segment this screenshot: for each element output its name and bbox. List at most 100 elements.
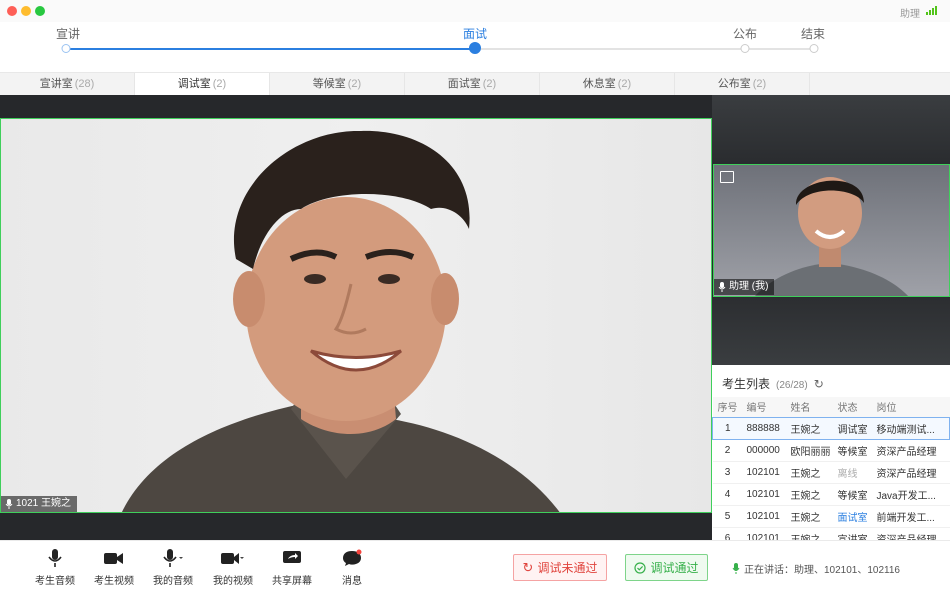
- cell-status: 等候室: [833, 439, 873, 462]
- tab-lecture-room[interactable]: 宣讲室 (28): [0, 73, 135, 95]
- candidate-video[interactable]: 1021 王婉之: [0, 118, 712, 513]
- tab-count: (2): [752, 78, 767, 90]
- message-icon: [343, 549, 362, 566]
- tab-interview-room[interactable]: 面试室 (2): [405, 73, 540, 95]
- table-row[interactable]: 5 102101 王婉之 面试室 前端开发工...: [712, 505, 950, 528]
- table-row[interactable]: 1 888888 王婉之 调试室 移动端测试...: [712, 416, 950, 440]
- cell-index: 4: [712, 483, 743, 506]
- tab-count: (28): [74, 78, 95, 90]
- maximize-window-button[interactable]: [35, 6, 45, 16]
- step-label-1: 宣讲: [55, 27, 81, 41]
- tab-label: 等候室: [312, 78, 346, 90]
- stage-progress: 宣讲 面试 公布 结束: [0, 22, 950, 72]
- table-row[interactable]: 4 102101 王婉之 等候室 Java开发工...: [712, 483, 950, 506]
- control-label: 共享屏幕: [272, 576, 312, 587]
- step-dot-3[interactable]: [740, 44, 750, 53]
- control-label: 消息: [342, 576, 362, 587]
- refresh-icon[interactable]: ↻: [814, 377, 824, 391]
- cell-position: 资深产品经理: [872, 527, 950, 540]
- camera-dropdown-icon: [221, 553, 244, 564]
- cell-position: 资深产品经理: [872, 461, 950, 484]
- tab-announce-room[interactable]: 公布室 (2): [675, 73, 810, 95]
- candidate-list-count: (26/28): [776, 380, 808, 391]
- control-label: 考生视频: [94, 576, 134, 587]
- column-header: 序号: [712, 397, 743, 417]
- step-dot-4[interactable]: [809, 44, 819, 53]
- close-window-button[interactable]: [7, 6, 17, 16]
- column-header: 姓名: [786, 397, 834, 417]
- exit-fullscreen-icon[interactable]: [720, 171, 734, 183]
- cell-index: 3: [712, 461, 743, 484]
- cell-id: 000000: [742, 439, 787, 462]
- cell-id: 888888: [742, 416, 787, 440]
- tab-waiting-room[interactable]: 等候室 (2): [270, 73, 405, 95]
- table-row[interactable]: 6 102101 王婉之 宣讲室 资深产品经理: [712, 527, 950, 540]
- cell-name: 王婉之: [786, 416, 834, 440]
- minimize-window-button[interactable]: [21, 6, 31, 16]
- cell-id: 102101: [742, 505, 787, 528]
- control-bar: 考生音频 考生视频 我的音频 我的视频 共享屏幕 消息 ↻ 调试未通过 调试通过…: [0, 540, 950, 594]
- progress-track: [66, 48, 816, 50]
- cell-name: 王婉之: [786, 461, 834, 484]
- check-circle-icon: [634, 561, 647, 574]
- cell-index: 2: [712, 439, 743, 462]
- control-label: 我的音频: [153, 576, 193, 587]
- tab-label: 休息室: [582, 78, 616, 90]
- cell-id: 102101: [742, 527, 787, 540]
- window-titlebar: 助理: [0, 0, 950, 22]
- debug-pass-label: 调试通过: [650, 561, 699, 575]
- self-video[interactable]: 助理 (我): [713, 164, 950, 297]
- candidate-list-title: 考生列表: [722, 377, 771, 391]
- tab-debug-room[interactable]: 调试室 (2): [135, 73, 270, 95]
- cell-id: 102101: [742, 483, 787, 506]
- side-video-slot-top: [712, 95, 950, 164]
- message-button[interactable]: 消息: [322, 549, 382, 587]
- candidate-list-header: 考生列表 (26/28) ↻: [722, 375, 824, 392]
- my-audio-button[interactable]: 我的音频: [143, 549, 203, 587]
- tab-count: (2): [617, 78, 632, 90]
- tab-rest-room[interactable]: 休息室 (2): [540, 73, 675, 95]
- progress-fill: [66, 48, 475, 50]
- column-header: 状态: [833, 397, 873, 417]
- cell-name: 王婉之: [786, 527, 834, 540]
- column-header: 编号: [742, 397, 787, 417]
- cell-index: 5: [712, 505, 743, 528]
- step-dot-2[interactable]: [469, 42, 481, 54]
- tab-label: 面试室: [447, 78, 481, 90]
- table-header-row: 序号 编号 姓名 状态 岗位: [712, 397, 950, 417]
- room-tabs: 宣讲室 (28) 调试室 (2) 等候室 (2) 面试室 (2) 休息室 (2) 公布室(…: [0, 72, 950, 95]
- step-dot-1[interactable]: [61, 44, 71, 53]
- my-video-button[interactable]: 我的视频: [203, 549, 263, 587]
- share-screen-button[interactable]: 共享屏幕: [262, 549, 322, 587]
- cell-name: 王婉之: [786, 483, 834, 506]
- candidate-portrait: [122, 130, 560, 512]
- debug-fail-button[interactable]: ↻ 调试未通过: [513, 554, 607, 581]
- control-label: 我的视频: [213, 576, 253, 587]
- self-video-name-tag: 助理 (我): [714, 279, 775, 295]
- tab-count: (2): [212, 78, 227, 90]
- mic-icon: [732, 563, 740, 574]
- cell-status: 宣讲室: [833, 527, 873, 540]
- debug-pass-button[interactable]: 调试通过: [625, 554, 708, 581]
- candidate-audio-button[interactable]: 考生音频: [25, 549, 85, 587]
- table-row[interactable]: 2 000000 欧阳丽丽 等候室 资深产品经理: [712, 439, 950, 462]
- self-portrait: [755, 177, 908, 296]
- cell-position: 前端开发工...: [872, 505, 950, 528]
- cell-position: 移动端测试...: [872, 416, 950, 440]
- cell-index: 1: [712, 416, 743, 440]
- share-screen-icon: [283, 551, 301, 563]
- mic-dropdown-icon: [163, 549, 183, 567]
- side-video-slot-bottom: [712, 298, 950, 365]
- signal-strength-icon: [926, 6, 938, 15]
- self-video-name: 助理 (我): [729, 281, 769, 292]
- cell-status: 调试室: [833, 416, 873, 440]
- speaking-text: 正在讲话：助理、102101、102116: [744, 565, 900, 576]
- tab-count: (2): [482, 78, 497, 90]
- step-label-4: 结束: [800, 27, 826, 41]
- tab-label: 调试室: [177, 78, 211, 90]
- mic-icon: [718, 282, 726, 292]
- table-row[interactable]: 3 102101 王婉之 离线 资深产品经理: [712, 461, 950, 484]
- main-video-name: 1021 王婉之: [16, 498, 72, 509]
- candidate-video-button[interactable]: 考生视频: [84, 549, 144, 587]
- cell-status: 离线: [833, 461, 873, 484]
